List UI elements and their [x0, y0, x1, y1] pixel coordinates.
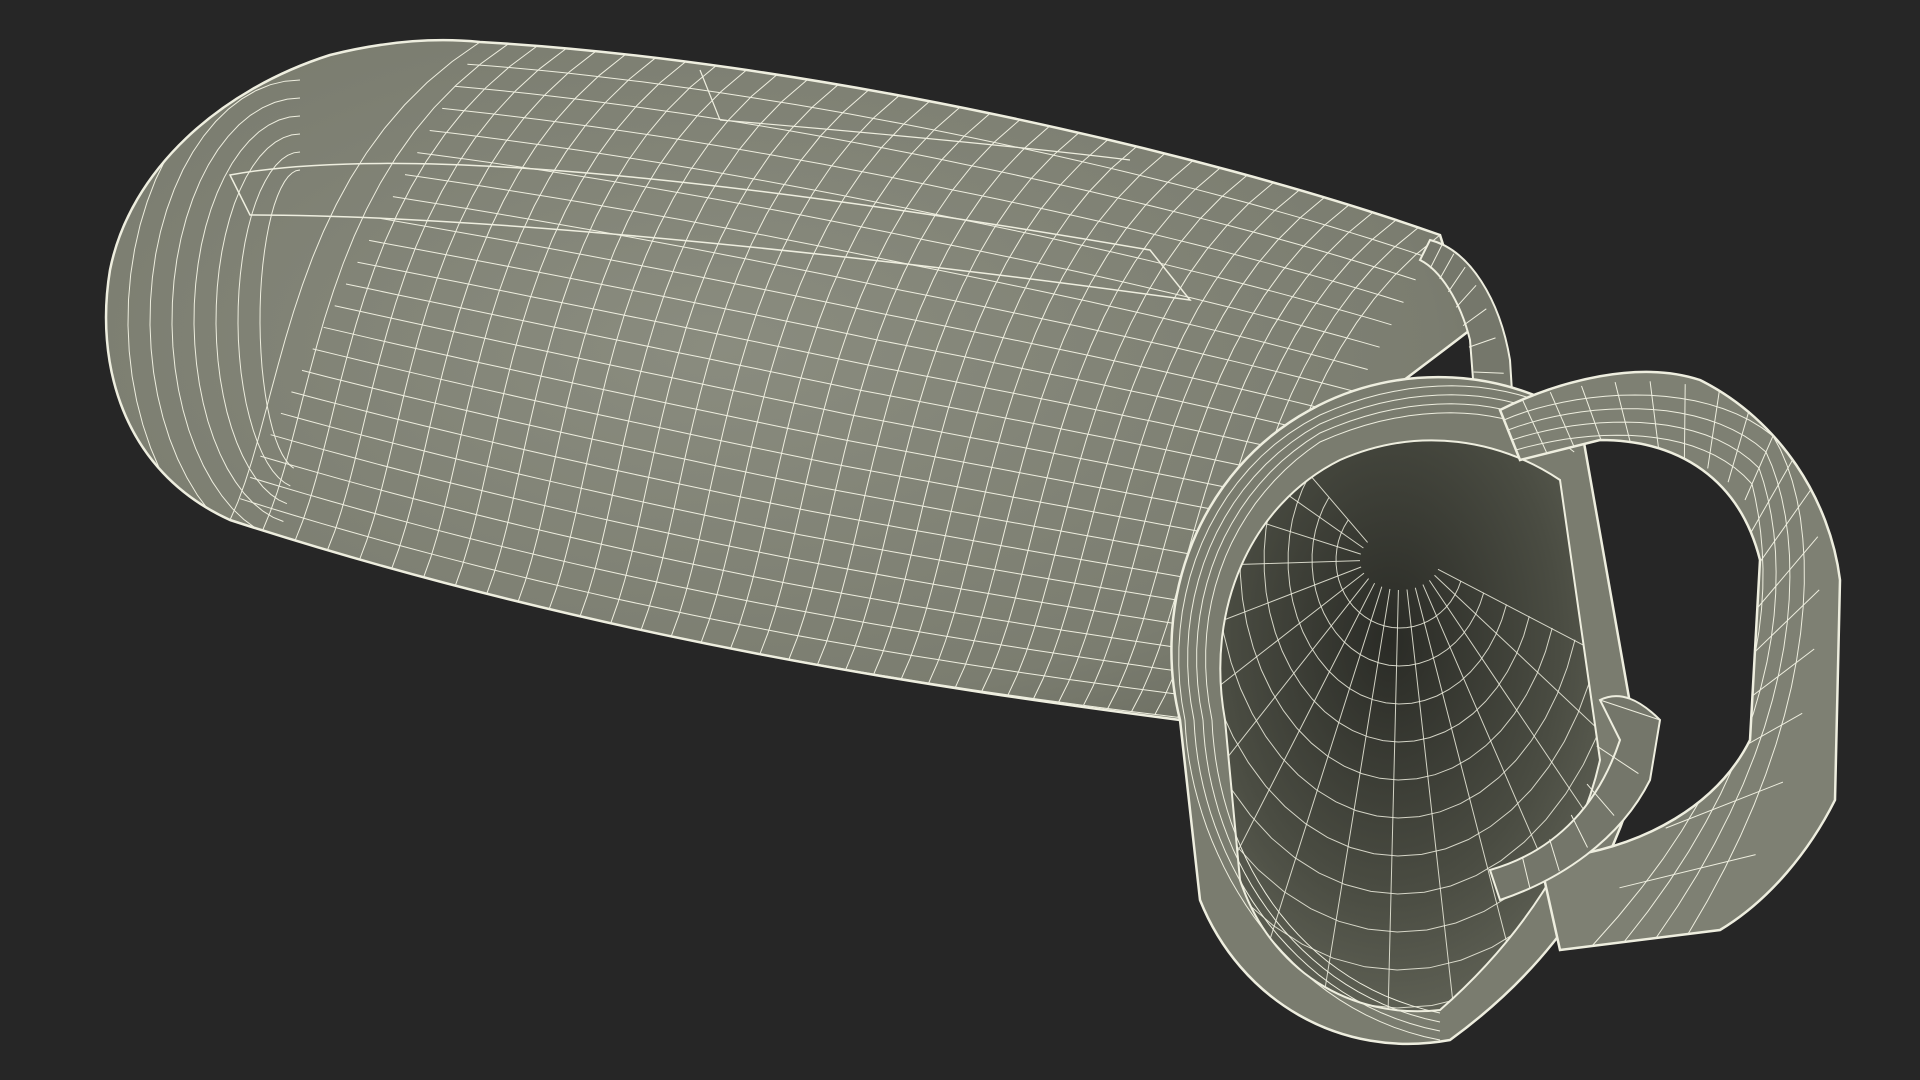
viewport	[0, 0, 1920, 1080]
wireframe-render	[104, 38, 1842, 1045]
